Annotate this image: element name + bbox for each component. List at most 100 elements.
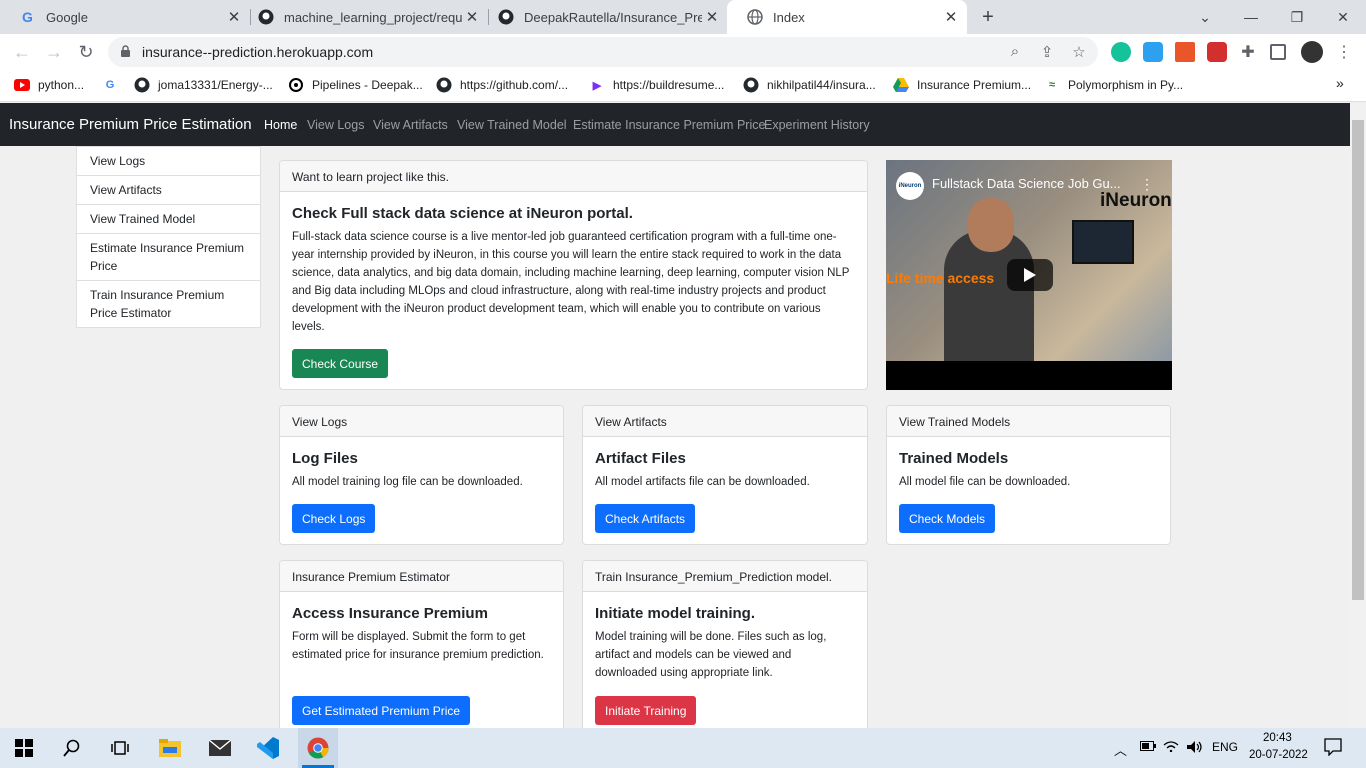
new-tab-icon[interactable]: + xyxy=(978,6,998,29)
grammarly-extension-icon[interactable] xyxy=(1111,42,1131,62)
nav-link-view-artifacts[interactable]: View Artifacts xyxy=(373,118,448,132)
bookmark-item[interactable]: Insurance Premium... xyxy=(893,77,1031,93)
card-header: View Logs xyxy=(280,406,563,437)
card-header: View Artifacts xyxy=(583,406,867,437)
show-hidden-icons-chevron-icon[interactable]: ︿ xyxy=(1114,740,1127,759)
initiate-training-button[interactable]: Initiate Training xyxy=(595,696,697,725)
check-logs-button[interactable]: Check Logs xyxy=(292,504,376,533)
windows-start-icon[interactable] xyxy=(12,736,36,760)
nav-link-view-logs[interactable]: View Logs xyxy=(307,118,364,132)
play-button-icon[interactable] xyxy=(1007,259,1053,291)
sidebar-item-estimate-premium[interactable]: Estimate Insurance Premium Price xyxy=(77,234,260,281)
card-text: Full-stack data science course is a live… xyxy=(292,231,850,333)
bookmark-star-icon[interactable]: ☆ xyxy=(1070,43,1088,61)
clock-time[interactable]: 20:43 xyxy=(1263,732,1292,744)
address-bar[interactable]: insurance--prediction.herokuapp.com ⌕ ⇪ … xyxy=(108,37,1098,67)
video-overlay-text: Life time access xyxy=(886,270,995,286)
presenter-face xyxy=(968,198,1014,252)
nav-link-home[interactable]: Home xyxy=(264,118,297,132)
card-text: All model training log file can be downl… xyxy=(292,476,523,488)
pdf-extension-icon[interactable] xyxy=(1207,42,1227,62)
extension-icon[interactable] xyxy=(1143,42,1163,62)
sidebar-item-train-estimator[interactable]: Train Insurance Premium Price Estimator xyxy=(77,281,260,327)
forward-icon[interactable]: → xyxy=(42,40,66,64)
sidebar-item-view-trained-model[interactable]: View Trained Model xyxy=(77,205,260,234)
logs-card: View Logs Log Files All model training l… xyxy=(279,405,564,545)
mail-icon[interactable] xyxy=(208,736,232,760)
sidebar-list: View Logs View Artifacts View Trained Mo… xyxy=(76,146,261,328)
code-icon: ≈ xyxy=(1048,79,1056,91)
artifacts-card: View Artifacts Artifact Files All model … xyxy=(582,405,868,545)
side-panel-icon[interactable] xyxy=(1270,44,1286,60)
bookmark-item[interactable]: nikhilpatil44/insura... xyxy=(743,77,876,93)
card-title: Initiate model training. xyxy=(595,605,756,622)
tab-github-requirements[interactable]: machine_learning_project/requir… ✕ xyxy=(238,0,488,34)
check-course-button[interactable]: Check Course xyxy=(292,349,389,378)
file-explorer-icon[interactable] xyxy=(158,736,182,760)
github-icon xyxy=(134,77,150,93)
extensions-puzzle-icon[interactable]: ✚ xyxy=(1238,42,1258,62)
clock-date[interactable]: 20-07-2022 xyxy=(1249,749,1308,761)
menu-kebab-icon[interactable]: ⋮ xyxy=(1334,42,1354,62)
close-tab-icon[interactable]: ✕ xyxy=(941,8,961,26)
more-bookmarks-icon[interactable]: » xyxy=(1336,75,1344,91)
notifications-icon[interactable] xyxy=(1324,738,1342,759)
close-window-icon[interactable]: ✕ xyxy=(1320,0,1366,34)
youtube-video-embed[interactable]: iNeuron Fullstack Data Science Job Gu...… xyxy=(886,160,1172,390)
wifi-icon[interactable] xyxy=(1163,740,1179,755)
tab-github-insurance[interactable]: DeepakRautella/Insurance_Prem… ✕ xyxy=(478,0,728,34)
bookmark-item[interactable]: ▶ https://buildresume... xyxy=(589,77,725,93)
bookmark-item[interactable]: ≈ Polymorphism in Py... xyxy=(1044,77,1183,93)
pipelines-icon xyxy=(288,77,304,93)
github-icon xyxy=(498,9,514,25)
get-estimated-price-button[interactable]: Get Estimated Premium Price xyxy=(292,696,471,725)
models-card: View Trained Models Trained Models All m… xyxy=(886,405,1171,545)
bookmark-item[interactable]: joma13331/Energy-... xyxy=(134,77,273,93)
profile-avatar[interactable] xyxy=(1301,41,1323,63)
card-title: Check Full stack data science at iNeuron… xyxy=(292,205,633,222)
close-tab-icon[interactable]: ✕ xyxy=(702,8,722,26)
bookmark-item[interactable]: python... xyxy=(14,77,84,93)
search-icon[interactable] xyxy=(60,736,84,760)
video-title[interactable]: Fullstack Data Science Job Gu... xyxy=(932,176,1121,191)
restore-icon[interactable]: ❐ xyxy=(1274,0,1320,34)
task-view-icon[interactable] xyxy=(108,736,132,760)
bookmark-item[interactable]: G xyxy=(102,77,126,93)
scrollbar-thumb[interactable] xyxy=(1352,120,1364,600)
navbar-brand[interactable]: Insurance Premium Price Estimation xyxy=(9,116,252,133)
bookmark-item[interactable]: https://github.com/... xyxy=(436,77,568,93)
sidebar-item-view-logs[interactable]: View Logs xyxy=(77,147,260,176)
nav-link-estimate-premium[interactable]: Estimate Insurance Premium Price xyxy=(573,118,765,132)
volume-icon[interactable] xyxy=(1186,740,1204,757)
vscode-icon[interactable] xyxy=(256,736,280,760)
app-navbar: Insurance Premium Price Estimation Home … xyxy=(0,103,1350,146)
bookmark-item[interactable]: Pipelines - Deepak... xyxy=(288,77,423,93)
share-icon[interactable]: ⇪ xyxy=(1038,43,1056,61)
sidebar-item-view-artifacts[interactable]: View Artifacts xyxy=(77,176,260,205)
channel-avatar[interactable]: iNeuron xyxy=(896,172,924,200)
tab-google[interactable]: G Google ✕ xyxy=(0,0,250,34)
nav-link-view-trained-model[interactable]: View Trained Model xyxy=(457,118,567,132)
tab-index[interactable]: Index ✕ xyxy=(727,0,967,34)
extension-icon[interactable] xyxy=(1175,42,1195,62)
monitor-shape xyxy=(1072,220,1134,264)
reload-icon[interactable]: ↻ xyxy=(74,40,98,64)
nav-link-experiment-history[interactable]: Experiment History xyxy=(764,118,870,132)
language-indicator[interactable]: ENG xyxy=(1212,740,1238,754)
check-models-button[interactable]: Check Models xyxy=(899,504,996,533)
minimize-icon[interactable]: — xyxy=(1228,0,1274,34)
back-icon[interactable]: ← xyxy=(10,40,34,64)
check-artifacts-button[interactable]: Check Artifacts xyxy=(595,504,696,533)
card-title: Log Files xyxy=(292,450,358,467)
youtube-icon xyxy=(14,77,30,93)
card-text: Form will be displayed. Submit the form … xyxy=(292,631,544,661)
tab-search-chevron-icon[interactable]: ⌄ xyxy=(1182,0,1228,34)
video-watermark: iNeuron xyxy=(1100,190,1172,211)
card-text: Model training will be done. Files such … xyxy=(595,631,827,679)
chrome-icon[interactable] xyxy=(306,736,330,760)
zoom-icon[interactable]: ⌕ xyxy=(1006,43,1024,61)
lock-icon xyxy=(120,45,131,63)
svg-text:G: G xyxy=(22,9,33,25)
card-text: All model artifacts file can be download… xyxy=(595,476,810,488)
battery-icon[interactable] xyxy=(1140,740,1156,754)
